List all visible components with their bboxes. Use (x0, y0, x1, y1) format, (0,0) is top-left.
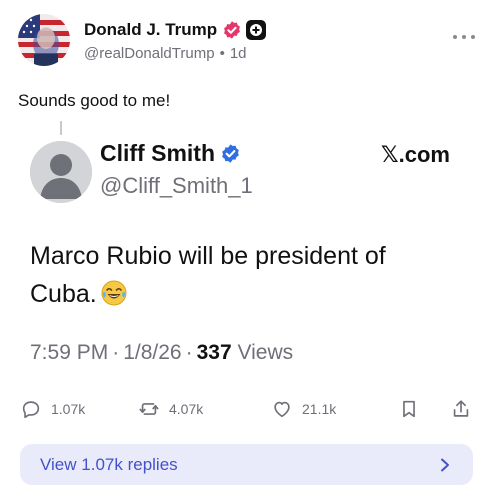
meta-separator: · (185, 341, 193, 364)
author-handle-row: @realDonaldTrump • 1d (84, 45, 266, 62)
reply-count: 1.07k (51, 401, 86, 417)
more-horizontal-icon[interactable] (452, 32, 476, 42)
quoted-post[interactable]: Cliff Smith @Cliff_Smith_1 𝕏.com Marco R… (30, 138, 460, 378)
meta-separator: · (112, 341, 120, 364)
author-avatar[interactable] (18, 14, 70, 66)
quoted-text-content: Marco Rubio will be president of Cuba. (30, 242, 386, 308)
quoted-display-name[interactable]: Cliff Smith (100, 140, 215, 167)
repost-button[interactable]: 4.07k (138, 398, 203, 420)
plus-badge-icon (246, 20, 267, 40)
share-icon (453, 400, 469, 417)
thread-connector (60, 121, 62, 135)
quoted-meta: 7:59 PM · 1/8/26 · 337 Views (30, 341, 293, 365)
quoted-handle[interactable]: @Cliff_Smith_1 (100, 173, 253, 199)
like-button[interactable]: 21.1k (271, 398, 336, 420)
quoted-author-avatar[interactable] (30, 141, 92, 203)
post-header: Donald J. Trump @realDonaldTrump • 1d (18, 14, 478, 70)
heart-icon (274, 401, 290, 418)
chevron-right-icon (441, 458, 449, 471)
reply-icon (22, 401, 40, 419)
quoted-name-row: Cliff Smith (100, 140, 241, 167)
quoted-date: 1/8/26 (123, 341, 182, 364)
dot-separator: • (219, 45, 225, 62)
author-display-name[interactable]: Donald J. Trump (84, 20, 217, 40)
action-bar: 1.07k 4.07k 21.1k (20, 398, 476, 424)
x-brand-label: 𝕏.com (380, 142, 450, 167)
verified-badge-icon (222, 144, 239, 163)
view-replies-label: View 1.07k replies (40, 454, 178, 474)
laughing-tears-emoji-icon (101, 279, 127, 306)
quoted-time: 7:59 PM (30, 341, 109, 364)
author-name-row: Donald J. Trump (84, 18, 267, 42)
bookmark-button[interactable] (398, 398, 420, 420)
quoted-body-text: Marco Rubio will be president of Cuba. (30, 237, 450, 313)
like-count: 21.1k (302, 401, 337, 417)
post-time[interactable]: 1d (230, 45, 247, 62)
bookmark-icon (403, 400, 415, 418)
reply-button[interactable]: 1.07k (20, 398, 85, 420)
verified-badge-icon (224, 21, 241, 39)
repost-icon (139, 403, 159, 415)
view-replies-button[interactable]: View 1.07k replies (20, 444, 473, 485)
post-body-text: Sounds good to me! (18, 91, 171, 110)
author-handle[interactable]: @realDonaldTrump (84, 45, 215, 62)
flag-portrait-avatar-icon (18, 14, 70, 66)
share-button[interactable] (450, 398, 472, 420)
default-user-avatar-icon (30, 141, 92, 203)
author-block: Donald J. Trump @realDonaldTrump • 1d (84, 18, 267, 62)
repost-count: 4.07k (169, 401, 204, 417)
views-count: 337 (196, 341, 232, 364)
views-label: Views (237, 341, 294, 364)
